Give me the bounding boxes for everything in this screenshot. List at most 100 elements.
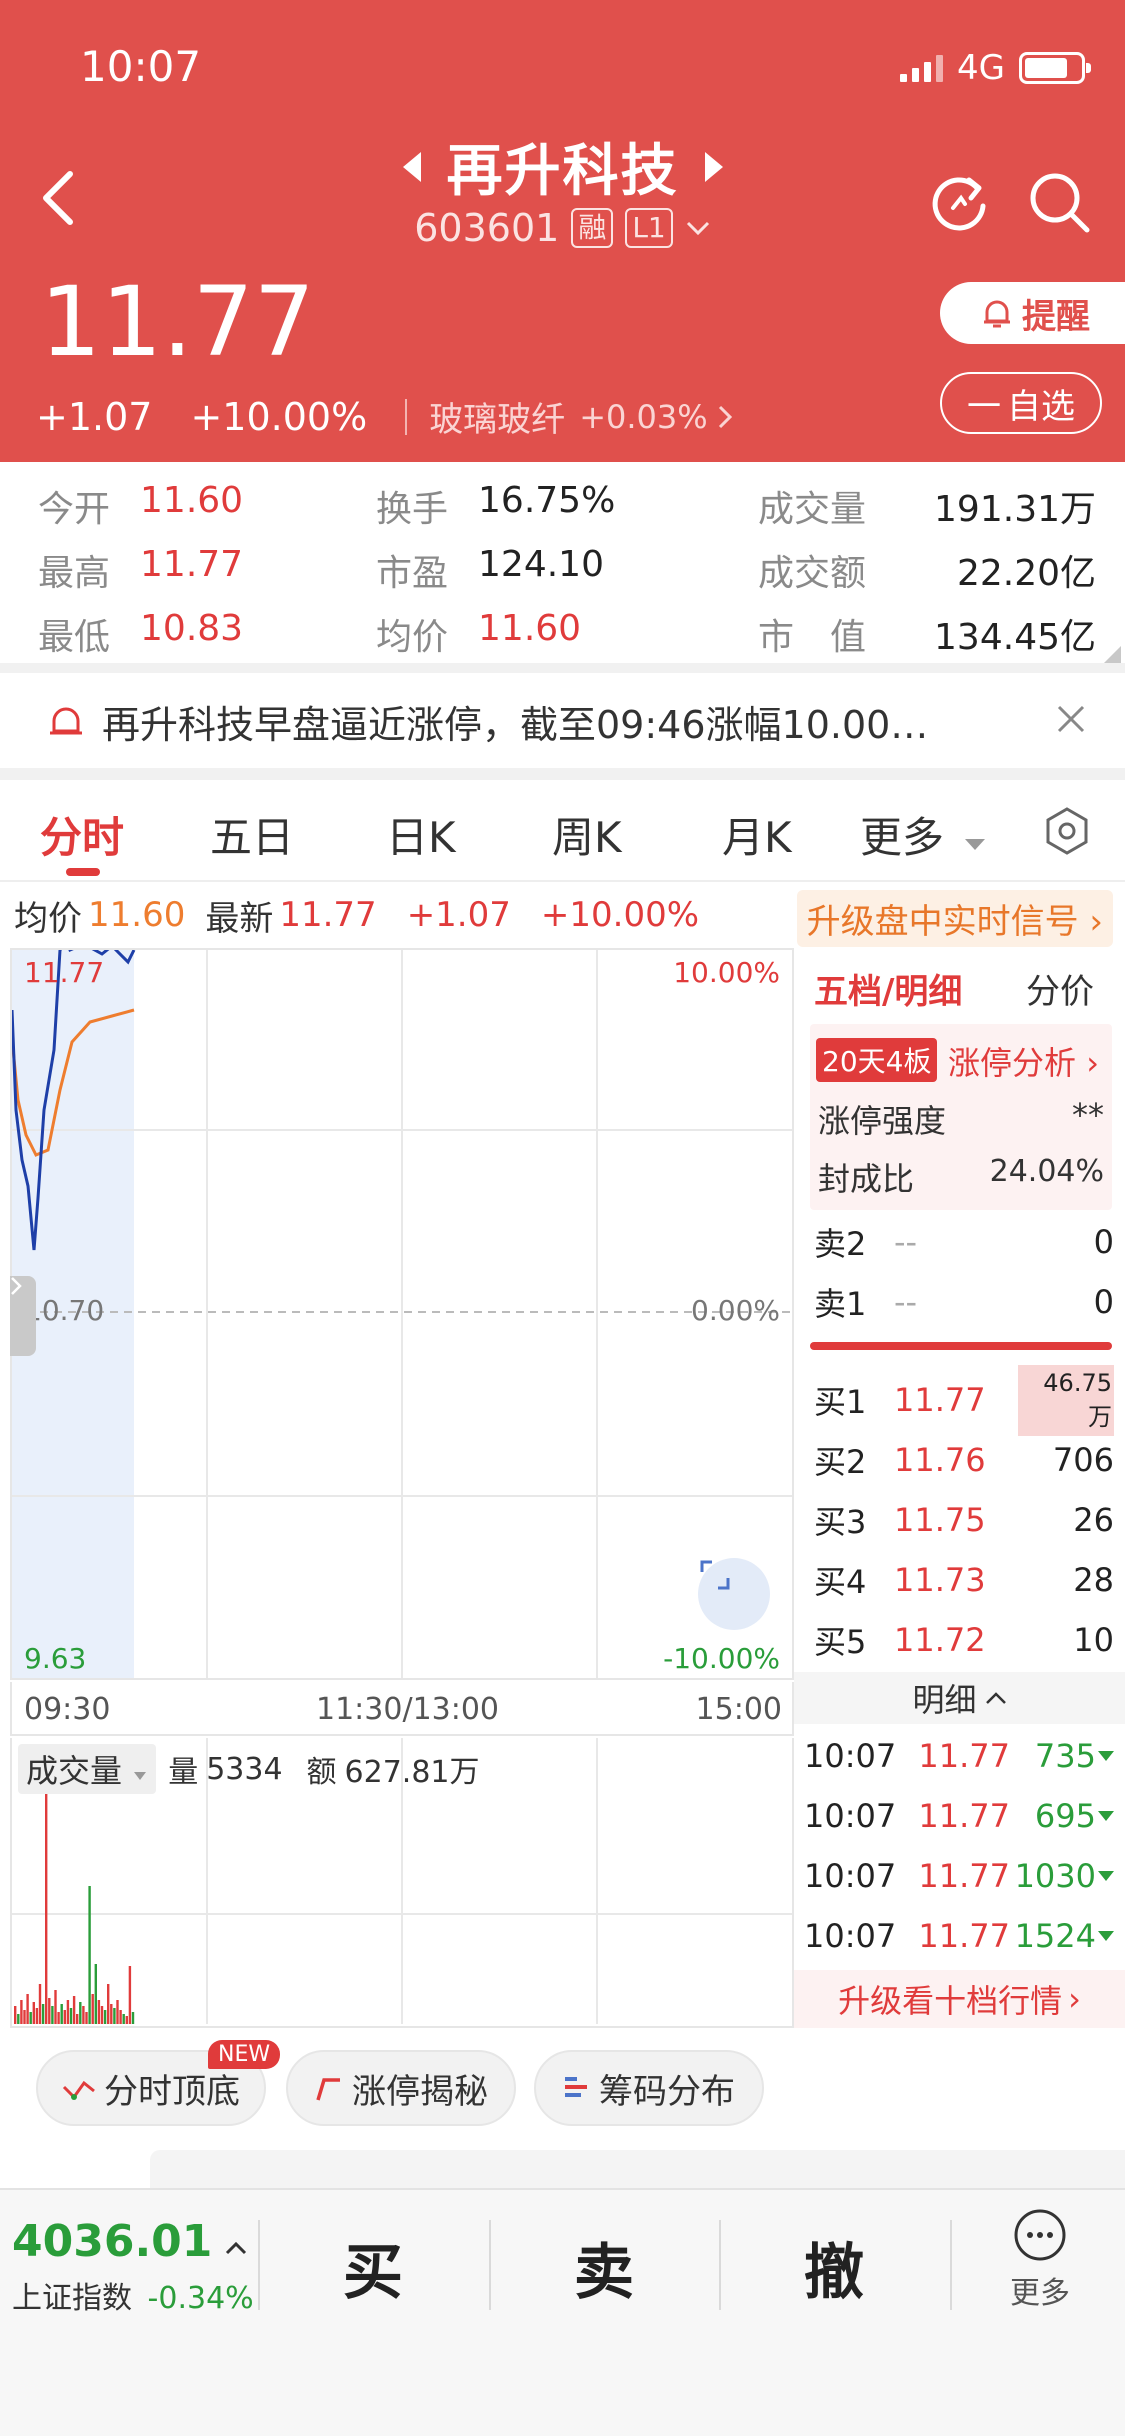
sell-button[interactable]: 卖 — [574, 2224, 634, 2311]
tab-monthly-k[interactable]: 月K — [722, 804, 792, 865]
volume-bar — [20, 2000, 23, 2024]
tool-limit-secrets[interactable]: 涨停揭秘 — [286, 2050, 516, 2126]
chevron-right-icon — [11, 1277, 22, 1295]
close-icon[interactable] — [1055, 703, 1087, 735]
volume-bar — [72, 1996, 76, 2024]
tool-label: 分时顶底 — [104, 2071, 240, 2112]
new-badge: NEW — [208, 2040, 281, 2069]
industry-name[interactable]: 玻璃玻纤 — [429, 392, 565, 441]
time-start-label: 09:30 — [24, 1692, 111, 1727]
bid-label: 买2 — [814, 1443, 867, 1481]
prev-stock-icon[interactable] — [402, 151, 421, 182]
volume-bar — [14, 2006, 17, 2024]
bid-row[interactable]: 买4 11.73 28 — [814, 1552, 1114, 1608]
trade-time: 10:07 — [804, 1917, 897, 1955]
tab-price-distribution[interactable]: 分价 — [1026, 964, 1094, 1013]
bid-ask-ratio-bar — [810, 1342, 1112, 1350]
section-divider — [0, 663, 1125, 673]
volume-bar — [38, 1984, 42, 2024]
bid-volume: 28 — [1073, 1561, 1114, 1599]
refresh-icon[interactable] — [925, 168, 993, 236]
bid-row[interactable]: 买3 11.75 26 — [814, 1492, 1114, 1548]
intraday-chart[interactable]: 11.77 10.00% 10.70 0.00% 9.63 -10.00% — [10, 948, 794, 1680]
detail-toggle[interactable]: 明细 — [794, 1672, 1125, 1724]
buy-button[interactable]: 买 — [343, 2224, 403, 2311]
upgrade-signal-link[interactable]: 升级盘中实时信号 › — [796, 890, 1113, 947]
remind-button[interactable]: 提醒 — [940, 282, 1125, 344]
volume-bar — [82, 2006, 85, 2024]
bid-row[interactable]: 买1 11.77 46.75万 — [814, 1364, 1114, 1436]
volume-chart[interactable]: 成交量 量 5334 额 627.81万 — [10, 1738, 794, 2028]
tab-five-levels[interactable]: 五档/明细 — [814, 964, 962, 1013]
volume-bar — [116, 2000, 119, 2024]
volume-bar — [76, 2014, 79, 2024]
ask-volume: 0 — [1093, 1223, 1114, 1261]
volume-bar — [48, 1998, 51, 2024]
divider — [719, 2220, 721, 2310]
trade-volume: 735 — [1034, 1737, 1096, 1775]
stock-code: 603601 — [414, 206, 560, 250]
chart-tabs: 分时 五日 日K 周K 月K 更多 — [0, 782, 1125, 882]
bid-price: 11.75 — [894, 1501, 986, 1539]
volume-bar — [29, 2012, 32, 2024]
tab-five-day[interactable]: 五日 — [210, 804, 294, 865]
news-text: 再升科技早盘逼近涨停，截至09:46涨幅10.00… — [102, 702, 929, 747]
more-button[interactable]: 更多 — [1000, 2208, 1080, 2312]
side-drawer-handle[interactable] — [10, 1276, 36, 1356]
upgrade-ten-levels-link[interactable]: 升级看十档行情 › — [794, 1970, 1125, 2028]
ask-row[interactable]: 卖2 -- 0 — [814, 1214, 1114, 1270]
stat-turnover: 换手 16.75% — [376, 480, 616, 530]
tool-chip-distribution[interactable]: 筹码分布 — [534, 2050, 764, 2126]
bid-row[interactable]: 买2 11.76 706 — [814, 1432, 1114, 1488]
upgrade-signal-label: 升级盘中实时信号 — [806, 902, 1079, 942]
status-indicators: 4G — [900, 48, 1091, 88]
change-row: +1.07 +10.00% 玻璃玻纤 +0.03% — [36, 392, 734, 441]
partial-tab-strip — [150, 2150, 1125, 2188]
industry-change[interactable]: +0.03% — [579, 398, 707, 436]
stock-header: 10:07 4G 再升科技 603601 融 L1 11.77 +1.07 +1… — [0, 0, 1125, 462]
index-quote[interactable]: 4036.01 上证指数 -0.34% — [12, 2216, 254, 2317]
trade-time: 10:07 — [804, 1737, 897, 1775]
volume-type-label: 成交量 — [26, 1752, 123, 1790]
volume-bar — [113, 2008, 116, 2024]
margin-tag: 融 — [571, 208, 614, 248]
add-watchlist-button[interactable]: 一 自选 — [940, 372, 1102, 434]
status-time: 10:07 — [80, 42, 202, 91]
bid-row[interactable]: 买5 11.72 10 — [814, 1612, 1114, 1668]
volume-bar — [79, 2002, 82, 2024]
tab-more[interactable]: 更多 — [860, 804, 987, 865]
search-icon[interactable] — [1025, 168, 1093, 236]
tab-more-label: 更多 — [860, 813, 945, 862]
stat-high: 最高 11.77 — [38, 544, 244, 594]
limit-analysis-link[interactable]: 涨停分析 › — [948, 1038, 1099, 1084]
settings-icon[interactable] — [1042, 806, 1092, 856]
volume-qty: 5334 — [206, 1751, 283, 1787]
cancel-order-button[interactable]: 撤 — [804, 2224, 864, 2311]
bid-volume: 46.75万 — [1018, 1364, 1114, 1436]
ask-row[interactable]: 卖1 -- 0 — [814, 1274, 1114, 1330]
volume-bar — [17, 2014, 20, 2024]
news-banner[interactable]: 再升科技早盘逼近涨停，截至09:46涨幅10.00… — [0, 675, 1125, 767]
tab-daily-k[interactable]: 日K — [386, 804, 456, 865]
limit-analysis-card[interactable]: 20天4板 涨停分析 › 涨停强度 ** 封成比 24.04% — [810, 1024, 1112, 1210]
down-arrow-icon — [1098, 1931, 1114, 1941]
y-top-label: 11.77 — [24, 956, 105, 989]
tab-intraday[interactable]: 分时 — [40, 804, 124, 865]
chevron-right-icon[interactable] — [716, 403, 734, 431]
time-mid-label: 11:30/13:00 — [316, 1692, 500, 1727]
y-mid-label: 10.70 — [24, 1294, 105, 1327]
tool-label: 筹码分布 — [599, 2071, 735, 2112]
trade-row: 10:07 11.77 695 — [804, 1788, 1120, 1844]
trade-time: 10:07 — [804, 1797, 897, 1835]
next-stock-icon[interactable] — [704, 151, 723, 182]
volume-bar — [110, 2004, 113, 2024]
volume-bar — [97, 2000, 101, 2024]
volume-type-selector[interactable]: 成交量 — [18, 1744, 157, 1794]
tab-weekly-k[interactable]: 周K — [552, 804, 622, 865]
stat-low: 最低 10.83 — [38, 608, 244, 658]
bid-volume: 26 — [1073, 1501, 1114, 1539]
volume-bar — [85, 2012, 88, 2024]
fullscreen-button[interactable] — [698, 1558, 770, 1630]
volume-bar — [131, 2012, 135, 2024]
stat-avg: 均价 11.60 — [376, 608, 582, 658]
